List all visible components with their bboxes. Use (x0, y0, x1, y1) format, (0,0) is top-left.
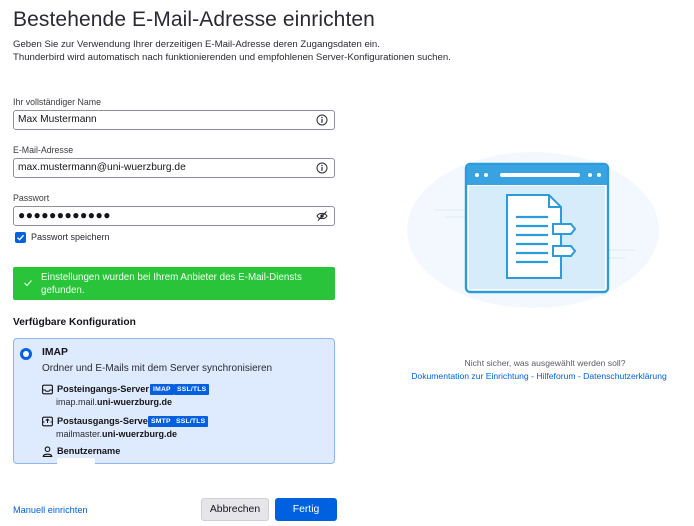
done-button[interactable]: Fertig (275, 498, 337, 521)
help-links: Dokumentation zur Einrichtung - Hilfefor… (360, 371, 694, 381)
info-circle-icon[interactable] (316, 162, 328, 174)
description-line-1: Geben Sie zur Verwendung Ihrer derzeitig… (13, 39, 380, 50)
username-value-field (57, 458, 95, 471)
outgoing-server-label: Postausgangs-Server (57, 416, 152, 426)
page-title: Bestehende E-Mail-Adresse einrichten (13, 8, 375, 31)
email-value[interactable]: max.mustermann@uni-wuerzburg.de (18, 162, 186, 173)
name-value[interactable]: Max Mustermann (18, 114, 97, 125)
inbox-icon (42, 384, 53, 395)
name-label: Ihr vollständiger Name (13, 97, 102, 107)
protocol-description: Ordner und E-Mails mit dem Server synchr… (42, 363, 273, 374)
imap-config-option[interactable]: IMAP Ordner und E-Mails mit dem Server s… (13, 338, 335, 471)
page-description: Geben Sie zur Verwendung Ihrer derzeitig… (13, 38, 673, 64)
remember-password-checkbox[interactable] (15, 232, 26, 243)
remember-password-label[interactable]: Passwort speichern (31, 232, 110, 242)
outbox-icon (42, 416, 53, 427)
incoming-protocol-badge: IMAP (150, 384, 174, 395)
success-message: Einstellungen wurden bei Ihrem Anbieter … (41, 272, 302, 296)
imap-radio[interactable] (20, 348, 32, 360)
checkmark-icon (17, 234, 25, 241)
eye-slash-icon[interactable] (316, 210, 328, 222)
available-config-title: Verfügbare Konfiguration (13, 317, 136, 328)
help-question: Nicht sicher, was ausgewählt werden soll… (464, 358, 626, 368)
outgoing-protocol-badge: SMTP (148, 416, 174, 427)
forum-link[interactable]: Hilfeforum (536, 371, 575, 381)
username-label: Benutzername (57, 446, 121, 456)
privacy-link[interactable]: Datenschutzerklärung (583, 371, 667, 381)
password-value[interactable]: ●●●●●●●●●●●● (18, 208, 111, 222)
incoming-server-label: Posteingangs-Server (57, 384, 149, 394)
person-icon (42, 446, 53, 457)
docs-link[interactable]: Dokumentation zur Einrichtung (411, 371, 529, 381)
manual-setup-link[interactable]: Manuell einrichten (13, 505, 88, 515)
description-line-2: Thunderbird wird automatisch nach funkti… (13, 52, 451, 63)
outgoing-security-badge: SSL/TLS (173, 416, 209, 427)
email-field[interactable]: max.mustermann@uni-wuerzburg.de (13, 158, 335, 178)
cancel-button[interactable]: Abbrechen (201, 498, 269, 521)
info-circle-icon[interactable] (316, 114, 328, 126)
incoming-security-badge: SSL/TLS (174, 384, 210, 395)
email-label: E-Mail-Adresse (13, 145, 74, 155)
incoming-host: imap.mail.uni-wuerzburg.de (56, 397, 173, 407)
outgoing-host: mailmaster.uni-wuerzburg.de (56, 429, 178, 439)
name-field[interactable]: Max Mustermann (13, 110, 335, 130)
checkmark-icon (24, 280, 32, 287)
success-notification: Einstellungen wurden bei Ihrem Anbieter … (13, 267, 335, 300)
password-field[interactable]: ●●●●●●●●●●●● (13, 206, 335, 226)
password-label: Passwort (13, 193, 50, 203)
protocol-name: IMAP (42, 347, 68, 358)
browser-document-illustration (407, 152, 659, 308)
